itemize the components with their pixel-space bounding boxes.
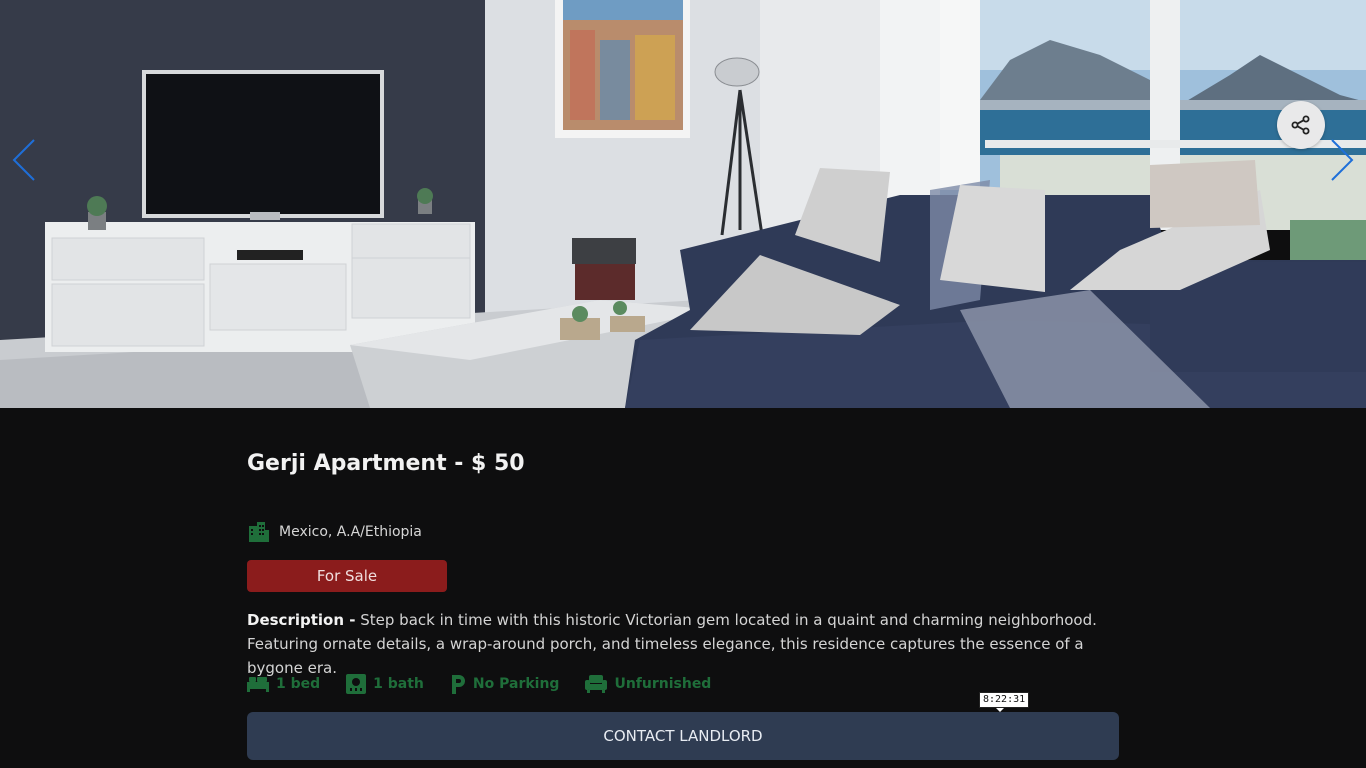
feature-label: 1 bed [276, 676, 321, 692]
chevron-left-icon [12, 139, 35, 181]
location-text: Mexico, A.A/Ethiopia [279, 524, 422, 540]
feature-label: No Parking [472, 676, 560, 692]
building-icon [249, 522, 269, 542]
feature-baths: 1 bath [346, 674, 424, 694]
sofa-icon [585, 675, 608, 693]
feature-furnishing: Unfurnished [585, 675, 711, 693]
share-icon [1291, 115, 1310, 135]
bath-icon [346, 674, 367, 694]
carousel-next-button[interactable] [1328, 138, 1358, 182]
contact-landlord-button[interactable]: CONTACT LANDLORD [247, 712, 1119, 760]
feature-label: Unfurnished [614, 676, 712, 692]
location-row: Mexico, A.A/Ethiopia [247, 522, 422, 542]
carousel-prev-button[interactable] [8, 138, 38, 182]
bed-icon [247, 677, 269, 692]
features-row: 1 bed 1 bath No Parking Unfurnished [247, 674, 711, 694]
feature-label: 1 bath [373, 676, 424, 692]
chevron-right-icon [1331, 139, 1354, 181]
description: Description - Step back in time with thi… [247, 608, 1127, 680]
timestamp-tooltip: 8:22:31 [979, 692, 1030, 712]
parking-icon [451, 675, 465, 694]
description-label: Description - [247, 611, 356, 629]
feature-beds: 1 bed [247, 676, 320, 692]
description-text: Step back in time with this historic Vic… [247, 611, 1097, 677]
hero-carousel [0, 0, 1366, 408]
listing-title: Gerji Apartment - $ 50 [247, 451, 525, 476]
living-room-photo [0, 0, 1366, 408]
feature-parking: No Parking [450, 674, 560, 694]
share-button[interactable] [1277, 101, 1325, 149]
status-badge: For Sale [247, 560, 447, 592]
